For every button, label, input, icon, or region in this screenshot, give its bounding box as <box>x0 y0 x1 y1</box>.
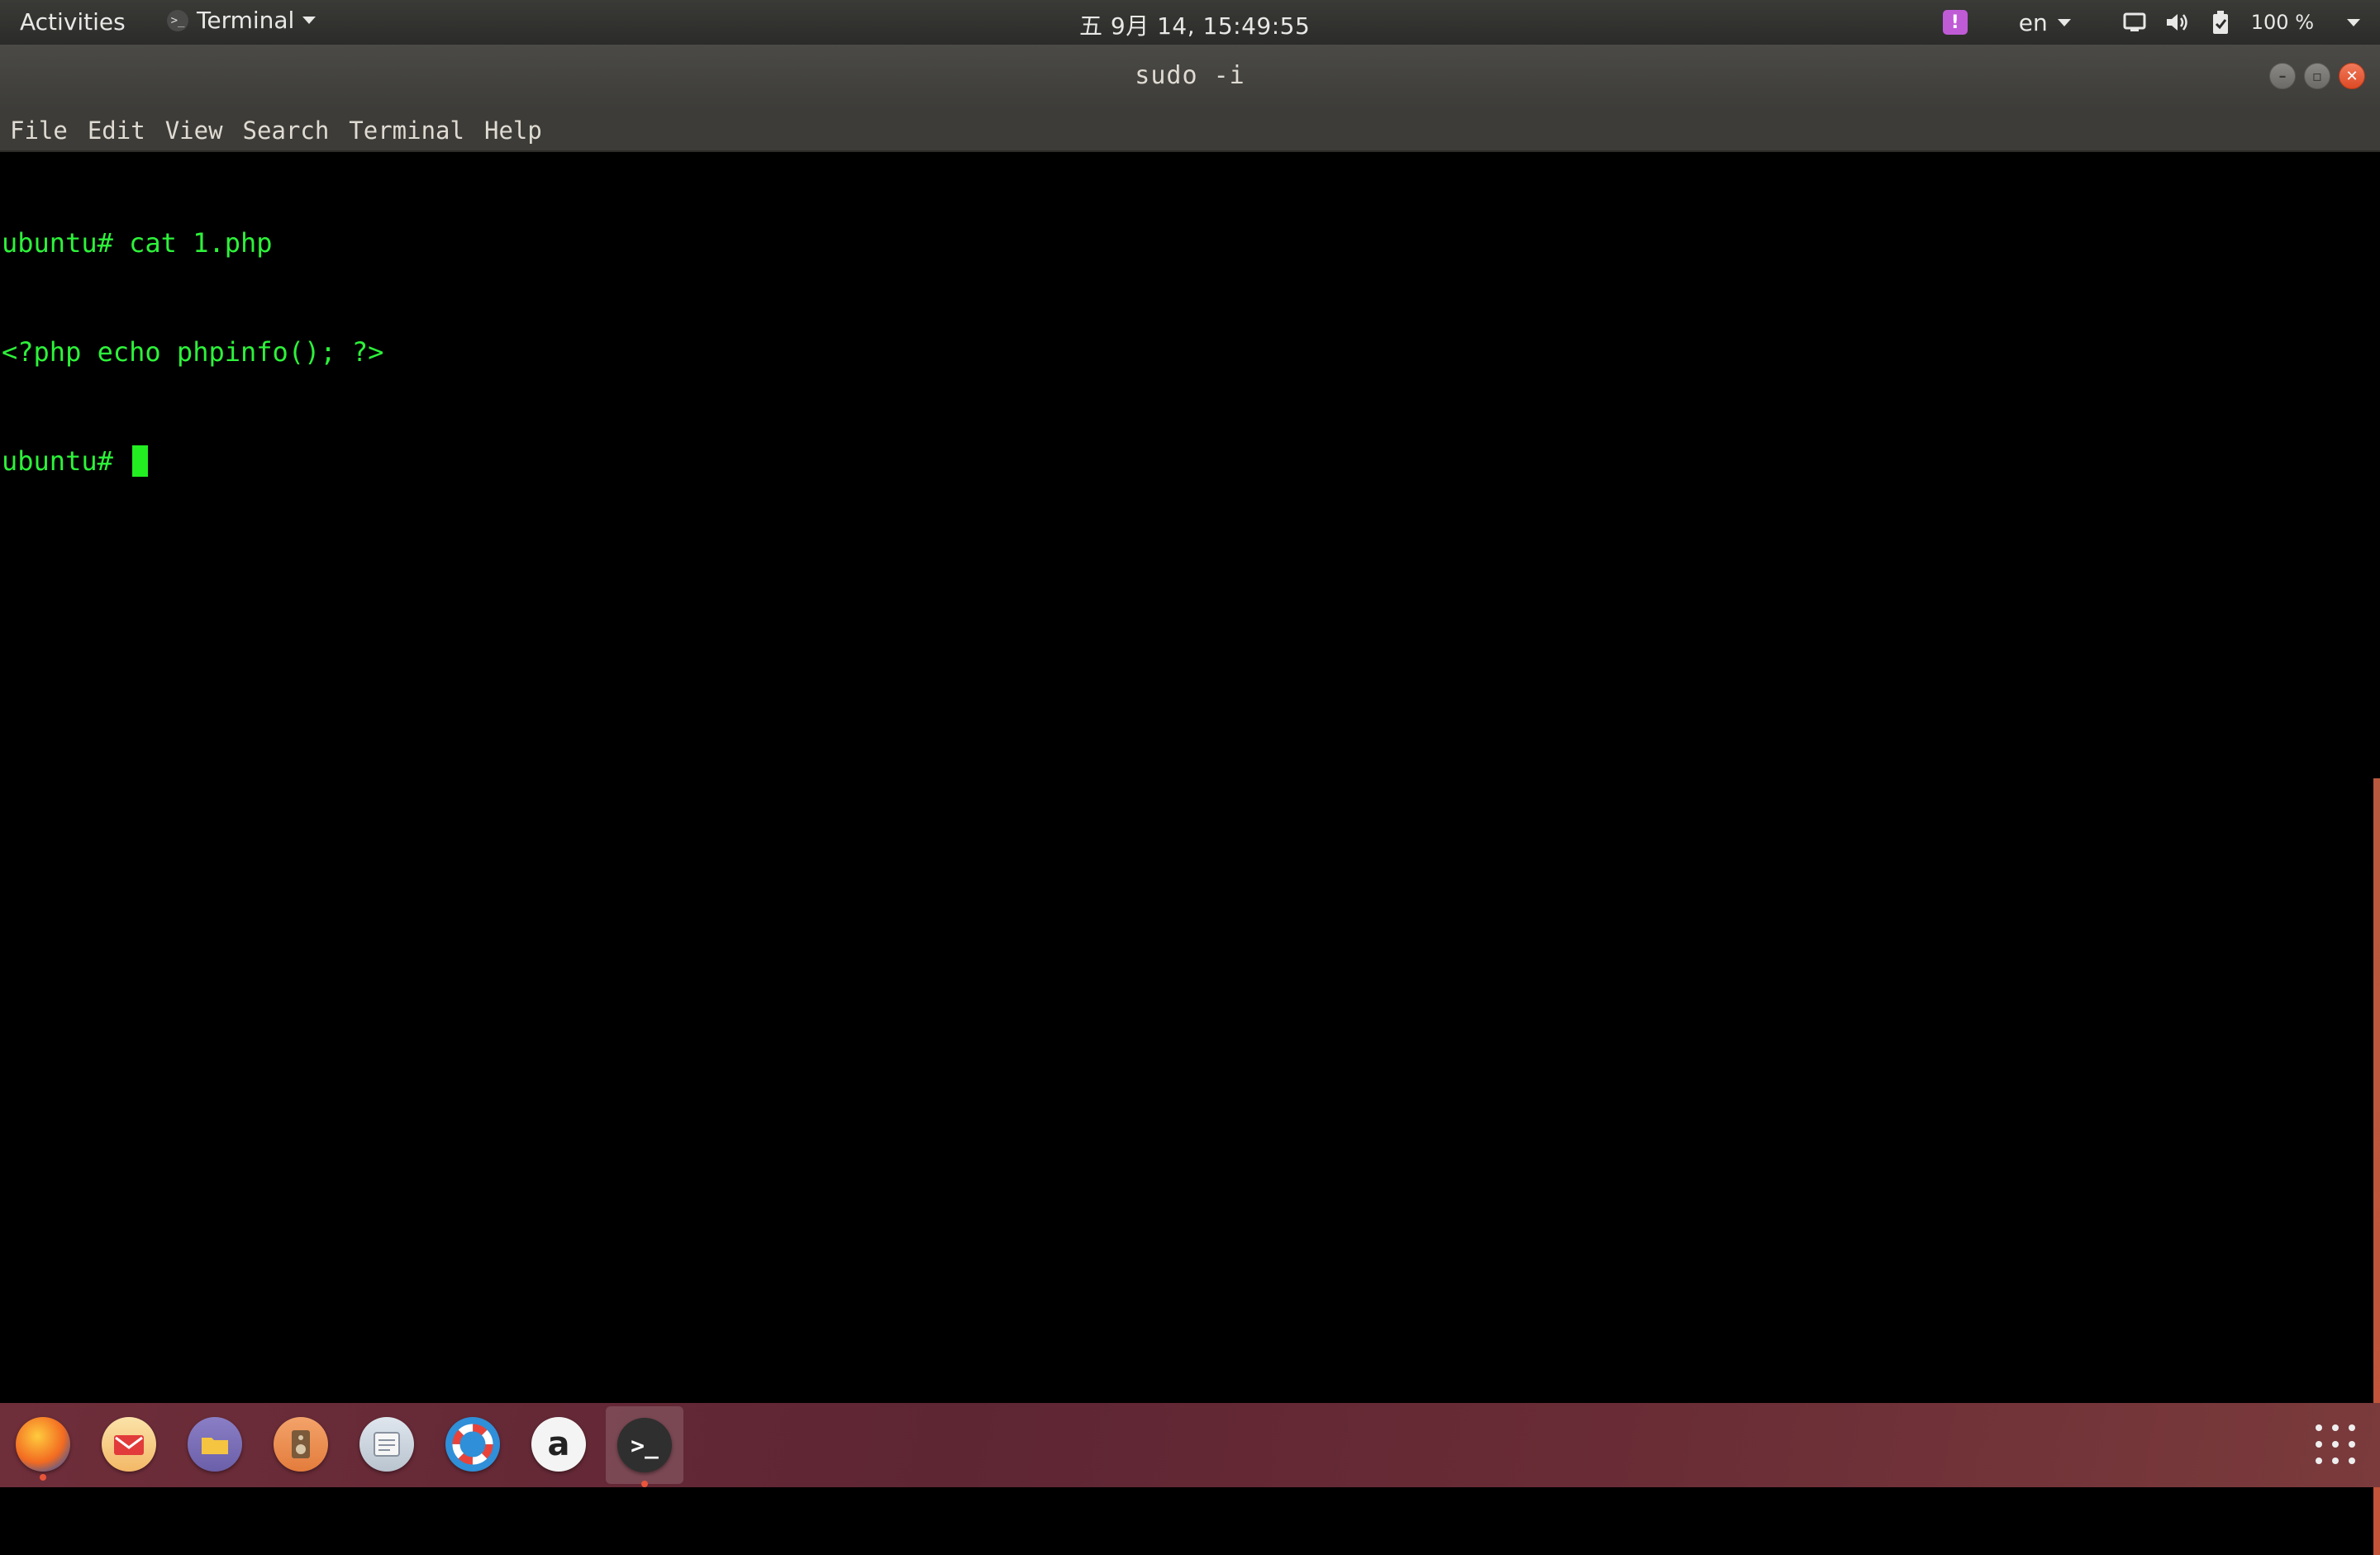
menu-view[interactable]: View <box>165 117 223 145</box>
running-indicator <box>641 1481 648 1487</box>
amazon-icon: a <box>531 1417 586 1472</box>
show-applications-icon[interactable] <box>2316 1424 2355 1464</box>
dock-item-help[interactable] <box>440 1411 506 1477</box>
menu-help[interactable]: Help <box>484 117 542 145</box>
battery-percent: 100 % <box>2250 11 2314 34</box>
dock-item-terminal[interactable]: >_ <box>606 1406 683 1487</box>
terminal-output: ubuntu# cat 1.php <?php echo phpinfo(); … <box>2 152 383 552</box>
top-panel: Activities >_ Terminal 五 9月 14, 15:49:55… <box>0 0 2380 45</box>
language-selector[interactable]: en <box>2019 9 2071 36</box>
dock-item-amazon[interactable]: a <box>526 1411 592 1477</box>
running-indicator <box>40 1474 46 1481</box>
dock-item-music[interactable] <box>268 1411 334 1477</box>
dock-item-firefox[interactable] <box>10 1411 76 1481</box>
window-title: sudo -i <box>1135 61 1245 90</box>
activities-button[interactable]: Activities <box>20 8 126 36</box>
system-menu-chevron-icon[interactable] <box>2347 18 2360 26</box>
mail-icon <box>102 1417 156 1472</box>
terminal-cursor <box>132 445 149 477</box>
terminal-line: <?php echo phpinfo(); ?> <box>2 336 384 368</box>
network-icon[interactable] <box>2122 10 2147 35</box>
terminal-prompt-line: ubuntu# <box>2 443 383 479</box>
terminal-line: ubuntu# cat 1.php <box>2 227 273 259</box>
dock: a >_ <box>0 1403 2380 1487</box>
terminal-prompt: ubuntu# <box>2 445 130 477</box>
maximize-button[interactable]: ▫ <box>2304 63 2330 89</box>
chevron-down-icon <box>2057 18 2071 26</box>
firefox-icon <box>16 1417 70 1472</box>
language-label: en <box>2018 8 2048 36</box>
chevron-down-icon <box>302 17 317 24</box>
app-menu-label: Terminal <box>197 7 295 34</box>
menu-edit[interactable]: Edit <box>88 117 145 145</box>
terminal-icon: >_ <box>617 1418 672 1472</box>
close-button[interactable]: ✕ <box>2339 63 2365 89</box>
dock-item-notes[interactable] <box>354 1411 420 1477</box>
menu-file[interactable]: File <box>10 117 68 145</box>
menubar: File Edit View Search Terminal Help <box>0 111 2380 152</box>
dock-item-mail[interactable] <box>96 1411 162 1477</box>
system-tray: ! en 100 % <box>1942 0 2360 45</box>
lifebuoy-icon <box>445 1417 500 1472</box>
dock-item-files[interactable] <box>182 1411 248 1477</box>
folder-icon <box>188 1417 242 1472</box>
minimize-button[interactable]: – <box>2269 63 2296 89</box>
battery-icon[interactable] <box>2208 10 2233 35</box>
menu-terminal[interactable]: Terminal <box>349 117 464 145</box>
volume-icon[interactable] <box>2165 10 2190 35</box>
notes-icon <box>359 1417 414 1472</box>
window-titlebar[interactable]: sudo -i – ▫ ✕ <box>0 45 2380 111</box>
clock[interactable]: 五 9月 14, 15:49:55 <box>1079 8 1310 41</box>
terminal-app-icon: >_ <box>167 9 188 31</box>
speaker-icon <box>274 1417 328 1472</box>
alert-icon[interactable]: ! <box>1942 10 1968 35</box>
terminal-area[interactable]: ubuntu# cat 1.php <?php echo phpinfo(); … <box>0 152 2380 1555</box>
menu-search[interactable]: Search <box>243 117 330 145</box>
app-menu[interactable]: >_ Terminal <box>167 7 317 34</box>
window-controls: – ▫ ✕ <box>2269 63 2365 89</box>
